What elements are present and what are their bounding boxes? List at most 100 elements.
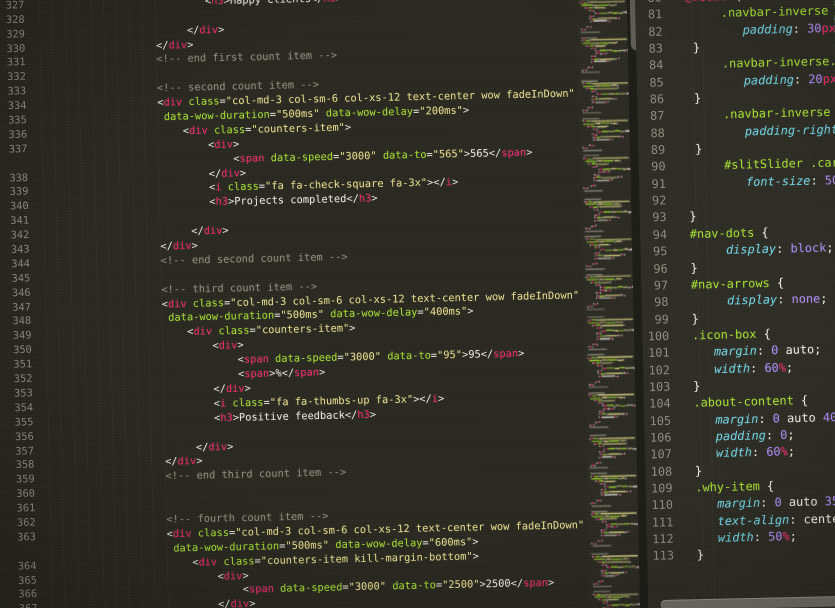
line-text: text-align: center; — [673, 509, 835, 530]
css-editor-pane[interactable]: 80@media (ma81 .navbar-inverse .navbar82… — [635, 0, 835, 608]
html-code-lines: 326 <i class="fa fa-user fa-3x"></i>327 … — [0, 0, 589, 608]
line-text: padding: 30px 10px — [662, 18, 835, 39]
line-number: 339 — [0, 186, 29, 201]
line-number: 329 — [0, 28, 25, 43]
line-text: } — [670, 377, 700, 395]
line-number: 112 — [647, 530, 674, 547]
line-number: 89 — [638, 141, 665, 158]
line-number: 331 — [0, 56, 26, 71]
line-text: width: 50%; — [673, 528, 797, 548]
line-number: 332 — [0, 71, 26, 86]
line-number: 93 — [640, 209, 667, 226]
line-number: 338 — [0, 171, 28, 186]
line-number: 330 — [0, 42, 25, 57]
html-editor-pane[interactable]: 326 <i class="fa fa-user fa-3x"></i>327 … — [0, 0, 590, 608]
line-number: 341 — [0, 214, 29, 229]
line-number: 361 — [0, 502, 35, 517]
code-editor-window: 326 <i class="fa fa-user fa-3x"></i>327 … — [0, 0, 835, 608]
line-number: 346 — [0, 286, 31, 301]
line-number: 328 — [0, 13, 25, 28]
line-number: 102 — [643, 361, 670, 378]
line-number: 363 — [0, 531, 36, 546]
line-text: } — [669, 310, 699, 328]
line-number: 333 — [0, 85, 26, 100]
line-number: 355 — [0, 416, 34, 431]
line-number: 83 — [636, 40, 663, 57]
line-number: 366 — [0, 588, 37, 603]
line-number: 85 — [637, 74, 664, 91]
line-text: font-size: 50px; — [666, 171, 835, 192]
line-text: padding: 20px 10px — [664, 69, 835, 90]
line-number: 105 — [644, 412, 671, 429]
line-number: 100 — [642, 327, 669, 344]
line-text: } — [668, 259, 698, 277]
line-number: 96 — [641, 260, 668, 277]
line-text: margin: 0 auto; — [669, 341, 821, 361]
line-number — [0, 554, 36, 555]
line-number: 345 — [0, 272, 30, 287]
line-number: 357 — [0, 444, 34, 459]
line-number: 327 — [0, 0, 24, 14]
line-number: 106 — [644, 429, 671, 446]
line-number: 334 — [0, 99, 27, 114]
line-number: 107 — [645, 446, 672, 463]
line-number: 348 — [0, 315, 31, 330]
line-text: width: 60%; — [670, 359, 794, 379]
line-number: 95 — [640, 243, 667, 260]
line-number — [0, 166, 28, 167]
line-number: 86 — [637, 91, 664, 108]
line-text: padding-right: 0; — [665, 120, 835, 141]
line-number: 108 — [645, 463, 672, 480]
line-number: 97 — [641, 277, 668, 294]
line-number: 353 — [0, 387, 33, 402]
line-number: 91 — [639, 175, 666, 192]
line-number: 101 — [643, 344, 670, 361]
line-number: 350 — [0, 344, 32, 359]
line-text: } — [663, 39, 700, 57]
line-text: } — [674, 547, 704, 565]
line-number: 92 — [639, 192, 666, 209]
line-number: 358 — [0, 459, 35, 474]
line-number: 352 — [0, 372, 33, 387]
css-code-lines: 80@media (ma81 .navbar-inverse .navbar82… — [635, 0, 835, 565]
line-number: 110 — [646, 496, 673, 513]
line-number: 104 — [644, 395, 671, 412]
line-number: 88 — [638, 124, 665, 141]
line-number: 359 — [0, 473, 35, 488]
line-number: 99 — [642, 310, 669, 327]
line-number: 343 — [0, 243, 30, 258]
line-text: width: 60%; — [672, 443, 796, 463]
line-number: 336 — [0, 128, 27, 143]
line-text: } — [665, 141, 702, 159]
line-number: 98 — [641, 294, 668, 311]
line-number: 362 — [0, 516, 36, 531]
line-number: 349 — [0, 329, 32, 344]
line-number: 340 — [0, 200, 29, 215]
code-line: 113} — [647, 543, 835, 564]
line-number: 344 — [0, 258, 30, 273]
line-number: 337 — [0, 143, 28, 158]
line-number: 82 — [636, 23, 663, 40]
line-number: 84 — [636, 57, 663, 74]
editor-photo-surface: 326 <i class="fa fa-user fa-3x"></i>327 … — [0, 0, 835, 608]
line-text: display: block; — [667, 239, 833, 260]
line-number: 365 — [0, 574, 37, 589]
line-number: 111 — [646, 513, 673, 530]
line-number: 354 — [0, 401, 33, 416]
line-number: 81 — [635, 6, 662, 23]
line-number: 342 — [0, 229, 30, 244]
line-text: } — [672, 462, 702, 480]
line-number: 109 — [645, 480, 672, 497]
line-number: 87 — [637, 108, 664, 125]
line-number: 94 — [640, 226, 667, 243]
line-number: 347 — [0, 301, 31, 316]
line-number: 367 — [0, 602, 38, 608]
line-number: 90 — [638, 158, 665, 175]
line-number: 103 — [643, 378, 670, 395]
line-number: 360 — [0, 487, 35, 502]
line-text: } — [666, 208, 696, 226]
line-number: 335 — [0, 114, 27, 129]
line-number: 351 — [0, 358, 32, 373]
line-number: 113 — [647, 547, 674, 564]
line-number: 356 — [0, 430, 34, 445]
